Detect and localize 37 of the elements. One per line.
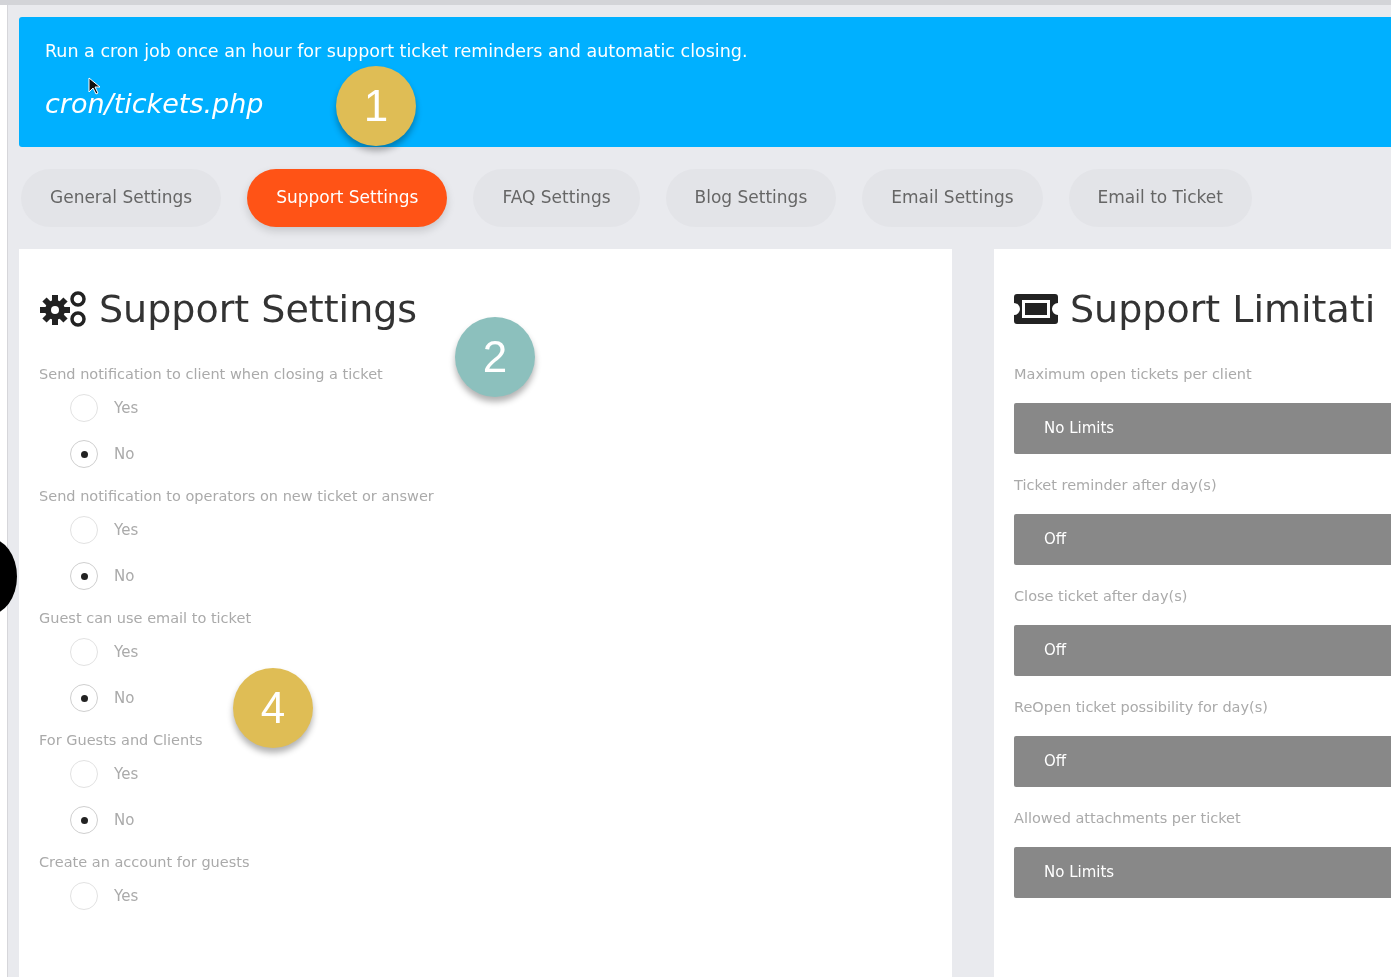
field-label: ReOpen ticket possibility for day(s) — [1014, 698, 1268, 717]
tab[interactable]: Email to Ticket — [1068, 169, 1252, 227]
option-label: No — [114, 565, 135, 587]
option-label: No — [114, 809, 135, 831]
select-field[interactable]: No Limits — [1014, 847, 1391, 898]
select-field[interactable]: Off — [1014, 736, 1391, 787]
option-label: Yes — [114, 885, 139, 907]
panel-title: Support Settings — [99, 286, 418, 333]
field-label: Ticket reminder after day(s) — [1014, 476, 1217, 495]
option-label: Yes — [114, 519, 139, 541]
select-field[interactable]: No Limits — [1014, 403, 1391, 454]
question-label: Send notification to client when closing a ticket — [39, 365, 383, 384]
field-label: Allowed attachments per ticket — [1014, 809, 1241, 828]
select-field[interactable]: Off — [1014, 514, 1391, 565]
tab[interactable]: Blog Settings — [665, 169, 837, 227]
option-label: Yes — [114, 641, 139, 663]
gears-icon — [39, 291, 87, 327]
option-label: No — [114, 687, 135, 709]
notice-text: Run a cron job once an hour for support ticket reminders and automatic closing. — [45, 40, 749, 63]
ticket-icon — [1014, 294, 1058, 324]
question-label: For Guests and Clients — [39, 731, 203, 750]
field-label: Close ticket after day(s) — [1014, 587, 1188, 606]
tab[interactable]: FAQ Settings — [473, 169, 640, 227]
field-label: Maximum open tickets per client — [1014, 365, 1252, 384]
command-path: cron/tickets.php — [45, 87, 264, 121]
cursor-icon — [88, 76, 100, 95]
question-label: Send notification to operators on new ticket or answer — [39, 487, 434, 506]
question-label: Guest can use email to ticket — [39, 609, 252, 628]
select-field[interactable]: Off — [1014, 625, 1391, 676]
tab[interactable]: Support Settings — [247, 169, 448, 227]
option-label: No — [114, 443, 135, 465]
panel-title: Support Limitati — [1070, 286, 1376, 333]
tab[interactable]: Email Settings — [862, 169, 1043, 227]
option-label: Yes — [114, 763, 139, 785]
question-label: Create an account for guests — [39, 853, 250, 872]
tab[interactable]: General Settings — [21, 169, 222, 227]
option-label: Yes — [114, 397, 139, 419]
